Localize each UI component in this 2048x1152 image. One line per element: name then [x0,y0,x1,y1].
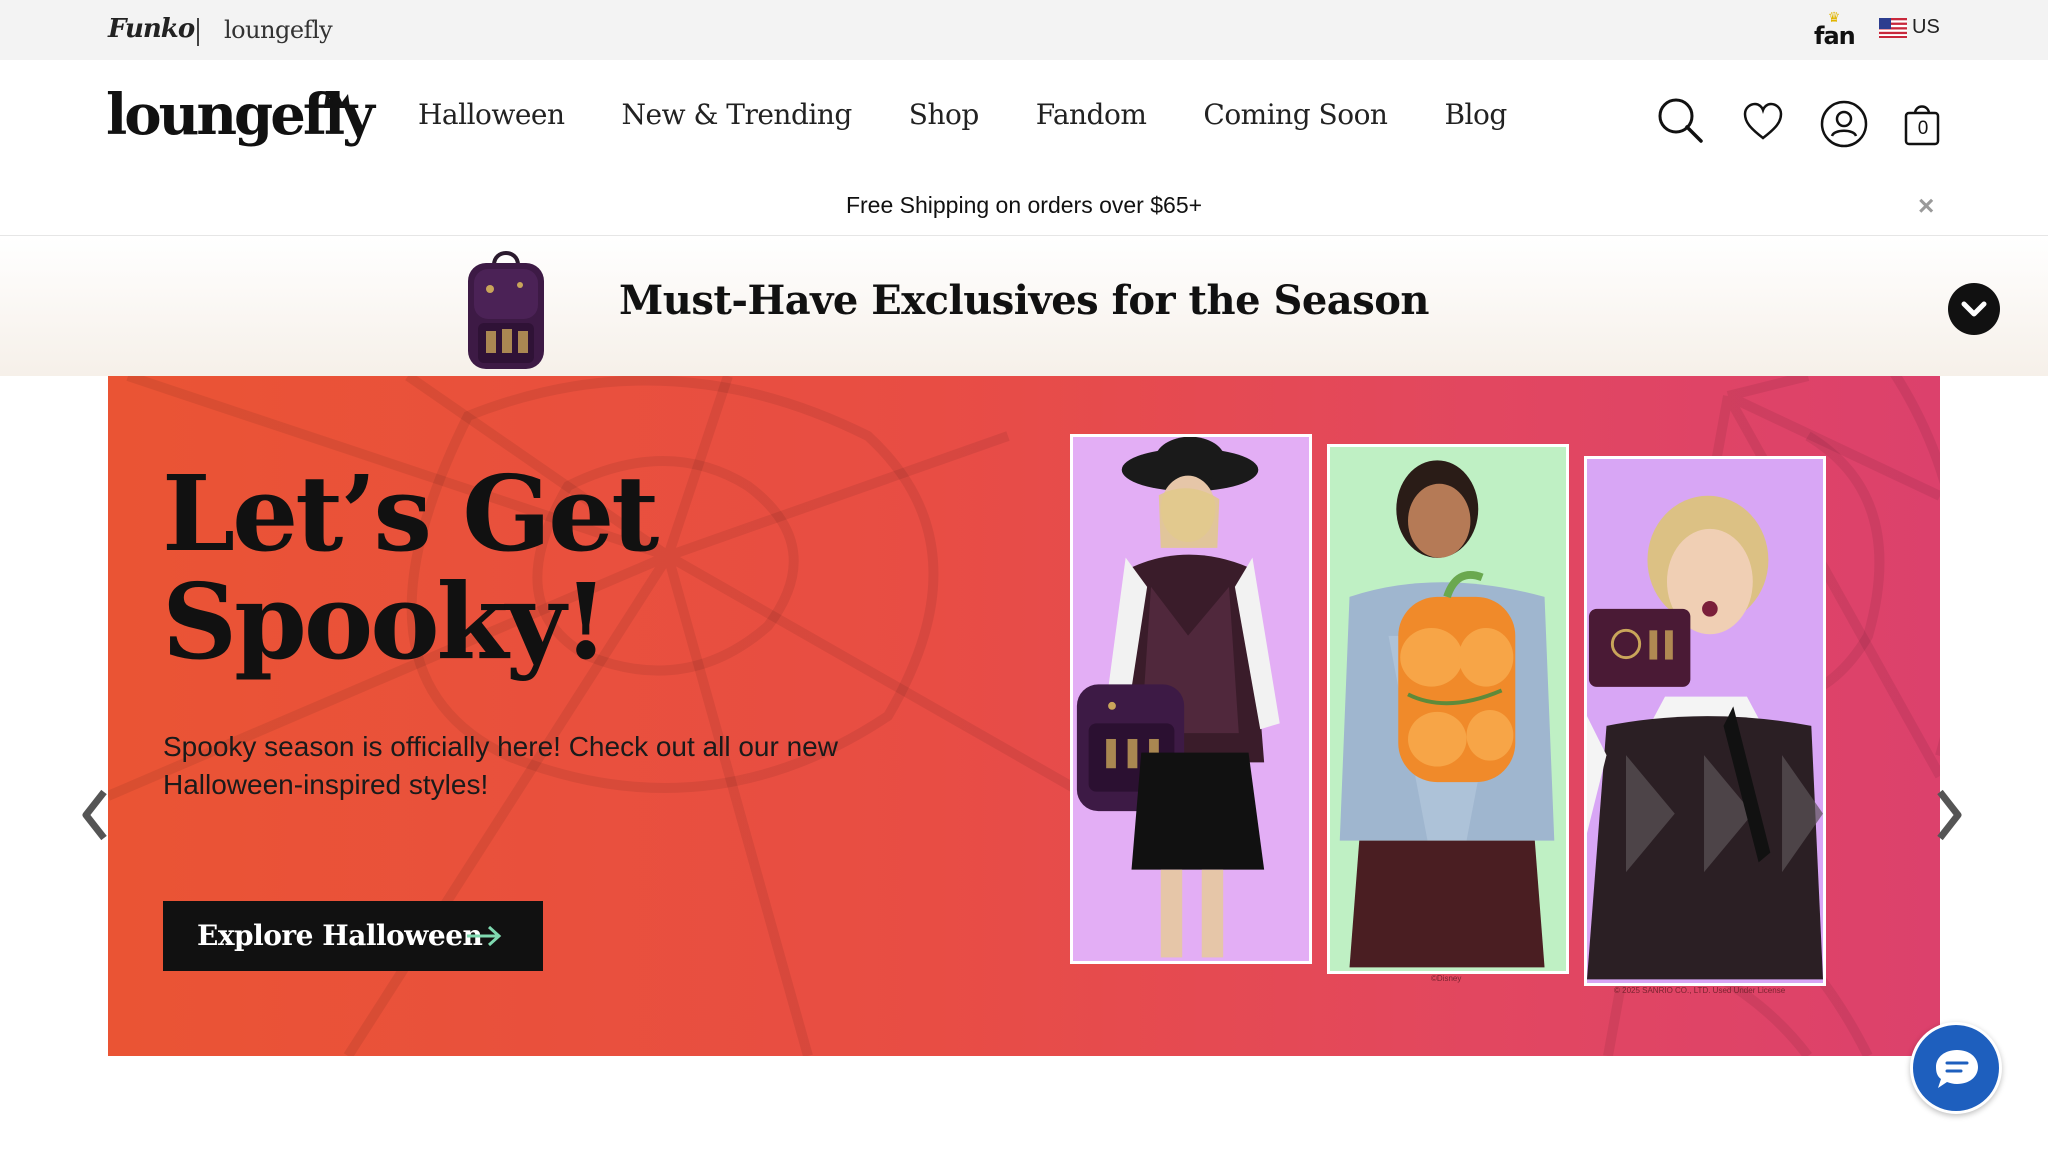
chat-bubble-icon [1936,1050,1978,1088]
model-purple-backpack-image [1076,437,1280,958]
logo-crown-icon [324,92,350,108]
nav-new-trending[interactable]: New & Trending [622,98,853,131]
funko-logo[interactable]: Funko [108,14,195,44]
promo-expand-button[interactable] [1948,283,2000,335]
nav-fandom[interactable]: Fandom [1036,98,1147,131]
model-wallet-image [1587,495,1823,980]
product-photo-purple-backpack[interactable] [1070,434,1312,964]
utility-bar: Funko loungefly ♛ fan US [0,0,2048,60]
explore-halloween-button[interactable]: Explore Halloween [163,901,543,971]
fan-logo[interactable]: ♛ fan [1812,9,1856,52]
main-nav: Halloween New & Trending Shop Fandom Com… [418,98,1564,131]
hero-title-line-2: Spooky! [162,560,609,683]
arrow-right-icon [467,925,502,947]
main-header: loungefly Halloween New & Trending Shop … [0,60,2048,176]
nav-halloween[interactable]: Halloween [418,98,565,131]
product-photo-pumpkin-backpack[interactable] [1327,444,1569,974]
country-selector[interactable]: US [1912,16,1940,39]
carousel-next-icon[interactable] [1934,788,1964,842]
carousel-prev-icon[interactable] [80,788,110,842]
brand-divider [197,18,199,46]
nav-shop[interactable]: Shop [909,98,980,131]
us-flag-icon[interactable] [1879,18,1907,38]
photo-credit-disney: ©Disney [1431,974,1462,983]
fan-logo-text: fan [1814,22,1856,50]
hero-subtitle: Spooky season is officially here! Check … [163,731,838,800]
close-icon[interactable]: × [1918,190,1934,222]
promo-strip[interactable]: Must-Have Exclusives for the Season [0,237,2048,376]
nav-coming-soon[interactable]: Coming Soon [1203,98,1388,131]
hero-banner: Let’s Get Spooky! Spooky season is offic… [108,376,1940,1056]
loungefly-small-logo[interactable]: loungefly [224,16,333,44]
promo-title: Must-Have Exclusives for the Season [619,277,1429,324]
account-icon[interactable] [1820,100,1868,148]
explore-halloween-label: Explore Halloween [197,919,483,952]
chevron-down-icon [1961,301,1987,317]
fan-crown-icon: ♛ [1827,9,1841,25]
chat-button[interactable] [1910,1022,2002,1114]
nav-blog[interactable]: Blog [1444,98,1507,131]
model-pumpkin-backpack-image [1339,460,1555,968]
search-icon[interactable] [1656,96,1704,144]
hero-title-line-1: Let’s Get [162,452,659,575]
shipping-banner: Free Shipping on orders over $65+ × [0,176,2048,236]
cart-count: 0 [1917,118,1929,139]
product-photo-wallet[interactable] [1584,456,1826,986]
photo-credit-sanrio: © 2025 SANRIO CO., LTD. Used Under Licen… [1614,986,1786,995]
heart-icon[interactable] [1742,102,1784,142]
hero-title: Let’s Get Spooky! [162,460,802,676]
shipping-text[interactable]: Free Shipping on orders over $65+ [0,192,2048,219]
